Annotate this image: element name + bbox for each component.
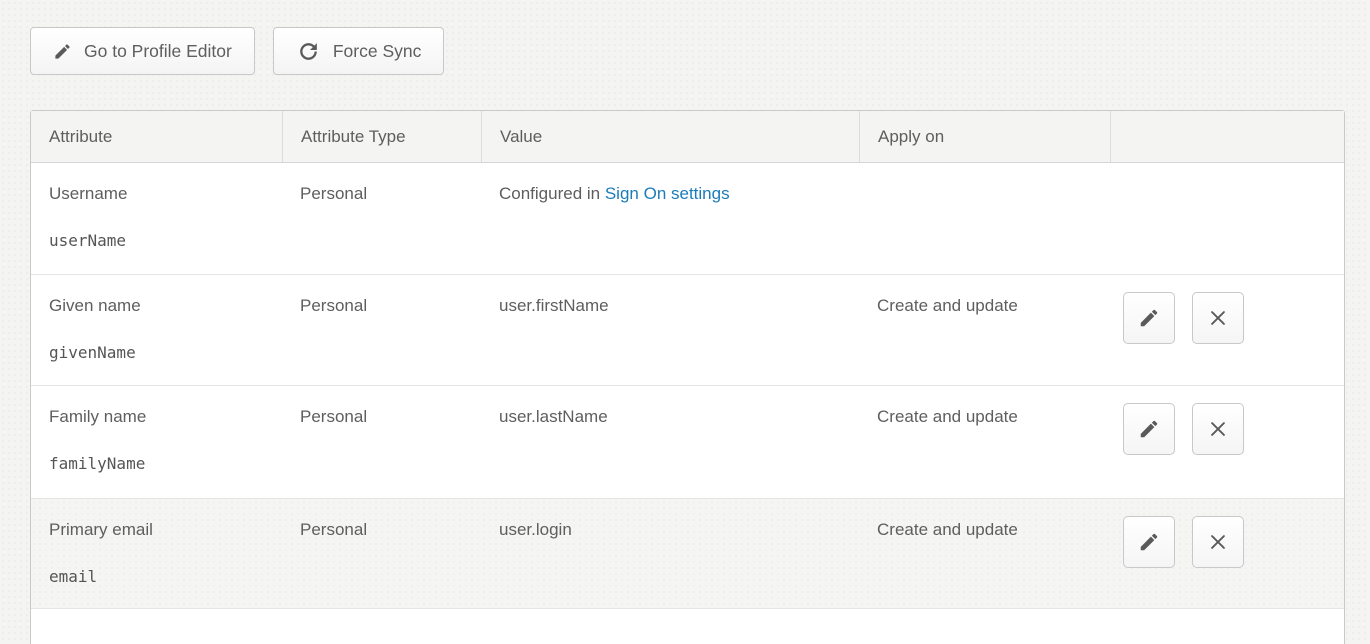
apply-on-cell: Create and update bbox=[859, 275, 1110, 385]
edit-mapping-button[interactable] bbox=[1123, 292, 1175, 344]
edit-mapping-button[interactable] bbox=[1123, 516, 1175, 568]
attribute-mapping-table: Attribute Attribute Type Value Apply on … bbox=[30, 110, 1345, 644]
toolbar: Go to Profile Editor Force Sync bbox=[30, 27, 444, 75]
value-prefix-text: Configured in bbox=[499, 184, 605, 203]
table-row-given-name: Given name givenName Personal user.first… bbox=[31, 274, 1344, 385]
pencil-icon bbox=[53, 42, 72, 61]
actions-cell-empty bbox=[1110, 163, 1344, 274]
close-x-icon bbox=[1207, 307, 1229, 329]
apply-on-cell: Create and update bbox=[859, 499, 1110, 608]
force-sync-button[interactable]: Force Sync bbox=[273, 27, 445, 75]
attribute-label: Family name bbox=[49, 407, 272, 427]
delete-mapping-button[interactable] bbox=[1192, 292, 1244, 344]
pencil-icon bbox=[1138, 531, 1160, 553]
column-header-value: Value bbox=[481, 111, 859, 162]
delete-mapping-button[interactable] bbox=[1192, 516, 1244, 568]
attribute-label: Given name bbox=[49, 296, 272, 316]
attribute-label: Username bbox=[49, 184, 272, 204]
actions-cell bbox=[1110, 386, 1344, 498]
apply-on-cell bbox=[859, 163, 1110, 274]
attribute-variable-name: userName bbox=[49, 231, 272, 250]
column-header-apply-on: Apply on bbox=[859, 111, 1110, 162]
attribute-label: Primary email bbox=[49, 520, 272, 540]
table-header-row: Attribute Attribute Type Value Apply on bbox=[31, 111, 1344, 163]
edit-mapping-button[interactable] bbox=[1123, 403, 1175, 455]
value-cell: user.lastName bbox=[481, 386, 859, 498]
close-x-icon bbox=[1207, 418, 1229, 440]
attribute-variable-name: givenName bbox=[49, 343, 272, 362]
attribute-variable-name: email bbox=[49, 567, 272, 586]
value-cell: Configured in Sign On settings bbox=[481, 163, 859, 274]
attribute-cell: Primary email email bbox=[31, 499, 282, 608]
go-to-profile-editor-label: Go to Profile Editor bbox=[84, 41, 232, 62]
table-row-primary-email: Primary email email Personal user.login … bbox=[31, 498, 1344, 608]
table-row-username: Username userName Personal Configured in… bbox=[31, 163, 1344, 274]
refresh-icon bbox=[296, 39, 321, 64]
pencil-icon bbox=[1138, 307, 1160, 329]
attribute-type-cell: Personal bbox=[282, 163, 481, 274]
attribute-type-cell: Personal bbox=[282, 275, 481, 385]
attribute-cell: Family name familyName bbox=[31, 386, 282, 498]
column-header-actions bbox=[1110, 111, 1344, 162]
table-row-family-name: Family name familyName Personal user.las… bbox=[31, 385, 1344, 498]
attribute-variable-name: familyName bbox=[49, 454, 272, 473]
attribute-type-cell: Personal bbox=[282, 499, 481, 608]
table-row-partial bbox=[31, 608, 1344, 644]
app-mappings-page: { "toolbar": { "profile_editor_label": "… bbox=[0, 0, 1370, 644]
actions-cell bbox=[1110, 499, 1344, 608]
column-header-attribute-type: Attribute Type bbox=[282, 111, 481, 162]
actions-cell bbox=[1110, 275, 1344, 385]
attribute-cell: Given name givenName bbox=[31, 275, 282, 385]
force-sync-label: Force Sync bbox=[333, 41, 422, 62]
attribute-type-cell: Personal bbox=[282, 386, 481, 498]
value-cell: user.login bbox=[481, 499, 859, 608]
sign-on-settings-link[interactable]: Sign On settings bbox=[605, 184, 730, 203]
go-to-profile-editor-button[interactable]: Go to Profile Editor bbox=[30, 27, 255, 75]
apply-on-cell: Create and update bbox=[859, 386, 1110, 498]
value-cell: user.firstName bbox=[481, 275, 859, 385]
close-x-icon bbox=[1207, 531, 1229, 553]
column-header-attribute: Attribute bbox=[31, 111, 282, 162]
pencil-icon bbox=[1138, 418, 1160, 440]
delete-mapping-button[interactable] bbox=[1192, 403, 1244, 455]
attribute-cell: Username userName bbox=[31, 163, 282, 274]
